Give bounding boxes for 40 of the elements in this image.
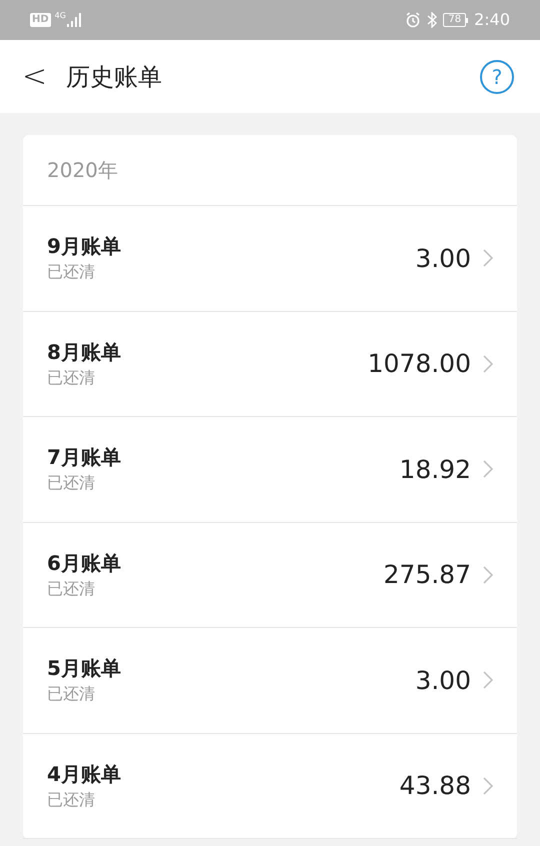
alarm-icon xyxy=(405,12,422,28)
bill-title: 6月账单 xyxy=(47,550,122,577)
bill-title: 5月账单 xyxy=(47,655,122,682)
network-badge: HD xyxy=(30,13,51,27)
bill-row[interactable]: 5月账单 已还清 3.00 xyxy=(23,628,517,734)
chevron-icon xyxy=(483,776,493,795)
bill-title: 7月账单 xyxy=(47,444,122,472)
bill-status: 已还清 xyxy=(47,683,96,706)
bill-amount: 43.88 xyxy=(399,770,471,802)
page-title: 历史账单 xyxy=(66,62,162,92)
bill-amount: 18.92 xyxy=(399,454,471,486)
bill-row[interactable]: 6月账单 已还清 275.87 xyxy=(23,522,517,628)
bill-status: 已还清 xyxy=(47,578,96,600)
bill-row[interactable]: 8月账单 已还清 1078.00 xyxy=(23,312,517,417)
bluetooth-icon xyxy=(427,12,438,28)
clock-time: 2:40 xyxy=(474,9,510,31)
bill-row[interactable]: 9月账单 已还清 3.00 xyxy=(23,206,517,312)
chevron-icon xyxy=(483,249,493,268)
signal-icon xyxy=(66,13,81,27)
bill-amount: 275.87 xyxy=(384,559,471,591)
bill-amount: 3.00 xyxy=(415,664,471,696)
bill-status: 已还清 xyxy=(47,261,96,284)
battery-icon: 78 xyxy=(443,13,468,27)
bill-amount: 1078.00 xyxy=(368,348,471,380)
bill-row[interactable]: 7月账单 已还清 18.92 xyxy=(23,417,517,522)
chevron-icon xyxy=(483,566,493,584)
bill-title: 9月账单 xyxy=(47,233,122,260)
back-button[interactable]: < xyxy=(22,54,46,99)
year-header: 2020年 xyxy=(47,157,118,184)
bill-row[interactable]: 4月账单 已还清 43.88 xyxy=(23,734,517,839)
bill-title: 8月账单 xyxy=(47,338,122,366)
bill-title: 4月账单 xyxy=(47,760,122,788)
chevron-icon xyxy=(483,354,493,373)
chevron-icon xyxy=(483,460,493,478)
chevron-icon xyxy=(483,671,493,690)
bill-status: 已还清 xyxy=(47,472,96,494)
network-type: 4G xyxy=(54,10,66,22)
bill-status: 已还清 xyxy=(47,366,96,389)
bill-status: 已还清 xyxy=(47,788,96,811)
bill-amount: 3.00 xyxy=(415,242,471,274)
